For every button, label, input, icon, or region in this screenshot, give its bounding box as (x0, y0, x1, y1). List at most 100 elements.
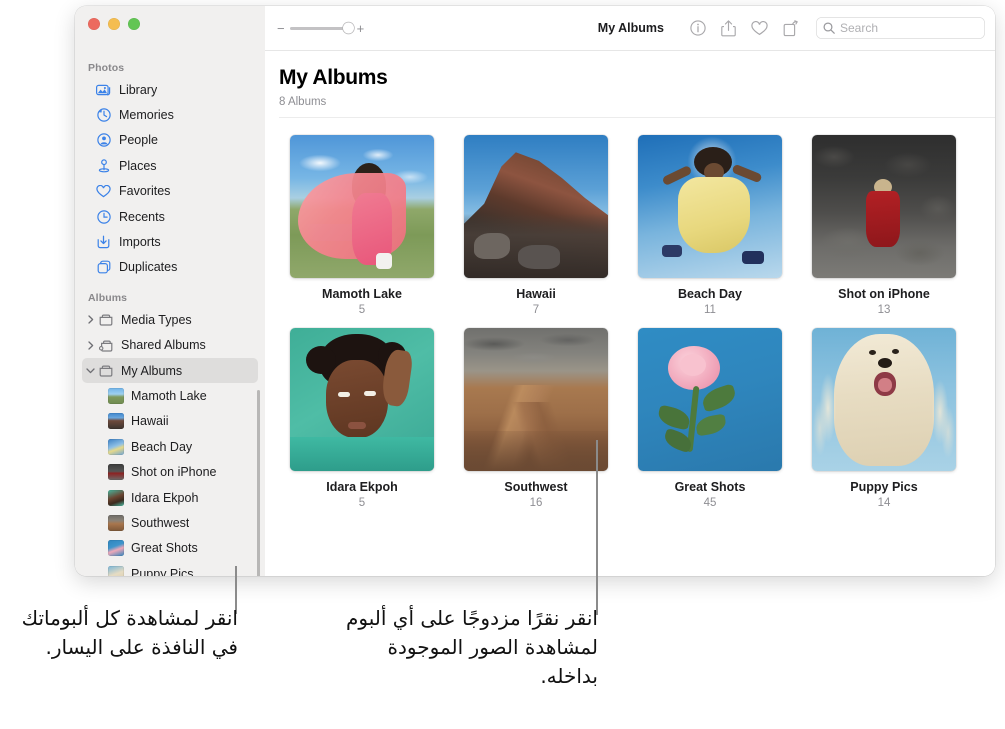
album-thumbnail (108, 565, 124, 576)
sidebar-item-label: Duplicates (119, 260, 178, 275)
places-icon (95, 158, 112, 173)
album-thumbnail[interactable] (290, 135, 434, 279)
page-header: My Albums 8 Albums (265, 51, 995, 119)
sidebar-item-my-albums[interactable]: My Albums (82, 357, 258, 384)
sidebar-group-photos-title: Photos (88, 62, 125, 74)
sidebar-item-media-types[interactable]: Media Types (82, 307, 258, 332)
sidebar-scrollbar[interactable] (257, 390, 260, 576)
close-button[interactable] (88, 18, 100, 30)
photos-window: Photos Library Memories People Places Fa… (75, 6, 995, 576)
album-thumbnail[interactable] (290, 328, 434, 472)
sidebar-item-shared-albums[interactable]: Shared Albums (82, 333, 258, 358)
album-card-shot-on-iphone[interactable]: Shot on iPhone 13 (812, 135, 956, 316)
album-thumbnail[interactable] (464, 328, 608, 472)
album-thumbnail[interactable] (812, 328, 956, 472)
zoom-in-label[interactable]: + (357, 22, 365, 35)
album-name: Mamoth Lake (322, 287, 402, 302)
album-count: 14 (877, 497, 891, 510)
album-card-idara-ekpoh[interactable]: Idara Ekpoh 5 (290, 328, 434, 509)
sidebar-item-places[interactable]: Places (82, 153, 258, 178)
album-name: Southwest (504, 480, 568, 495)
album-thumbnail (108, 514, 124, 531)
album-count: 5 (358, 304, 366, 317)
content-area: − + My Albums Search My Albums 8 Albums … (265, 6, 995, 576)
album-card-mamoth-lake[interactable]: Mamoth Lake 5 (290, 135, 434, 316)
sidebar-item-hawaii[interactable]: Hawaii (82, 409, 258, 434)
album-card-great-shots[interactable]: Great Shots 45 (638, 328, 782, 509)
sidebar-item-favorites[interactable]: Favorites (82, 179, 258, 204)
window-controls (88, 18, 140, 30)
sidebar-item-label: Puppy Pics (131, 566, 194, 576)
album-count: 11 (704, 304, 716, 317)
sidebar-item-idara-ekpoh[interactable]: Idara Ekpoh (82, 485, 258, 510)
toolbar: − + My Albums Search (265, 6, 995, 51)
chevron-down-icon[interactable] (86, 367, 95, 374)
sidebar: Photos Library Memories People Places Fa… (75, 6, 265, 576)
sidebar-item-southwest[interactable]: Southwest (82, 510, 258, 535)
sidebar-item-great-shots[interactable]: Great Shots (82, 536, 258, 561)
sidebar-group-albums-title: Albums (88, 292, 128, 305)
album-count: 7 (532, 304, 540, 317)
album-thumbnail (108, 413, 124, 430)
album-name: Puppy Pics (850, 480, 918, 495)
sidebar-item-recents[interactable]: Recents (82, 204, 258, 229)
toolbar-title: My Albums (597, 21, 664, 35)
album-thumbnail (108, 438, 124, 455)
sidebar-item-imports[interactable]: Imports (82, 229, 258, 254)
album-thumbnail (108, 540, 124, 557)
sidebar-item-duplicates[interactable]: Duplicates (82, 255, 258, 280)
favorite-heart-icon[interactable] (744, 15, 775, 41)
sidebar-item-memories[interactable]: Memories (82, 102, 258, 127)
chevron-right-icon[interactable] (86, 341, 95, 350)
zoom-out-label[interactable]: − (277, 22, 285, 35)
album-thumbnail[interactable] (638, 328, 782, 472)
sidebar-item-label: Places (119, 158, 157, 173)
share-icon[interactable] (713, 15, 744, 41)
album-name: Shot on iPhone (838, 287, 930, 302)
album-count: 16 (529, 497, 543, 510)
page-title: My Albums (279, 66, 388, 89)
folder-icon (97, 363, 114, 378)
sidebar-item-label: Recents (119, 209, 165, 224)
zoom-slider-knob[interactable] (342, 22, 354, 34)
album-thumbnail[interactable] (812, 135, 956, 279)
zoom-slider[interactable]: − + (277, 22, 364, 35)
maximize-button[interactable] (128, 18, 140, 30)
callout-text-right: انقر نقرًا مزدوجًا على أي ألبوم لمشاهدة … (346, 606, 598, 688)
album-name: Hawaii (516, 287, 556, 302)
zoom-slider-track[interactable] (289, 22, 354, 34)
people-icon (95, 133, 112, 148)
folder-icon (97, 312, 114, 327)
sidebar-item-shot-on-iphone[interactable]: Shot on iPhone (82, 459, 258, 484)
sidebar-item-label: Southwest (131, 515, 190, 530)
search-placeholder: Search (840, 21, 879, 35)
search-icon (823, 22, 835, 34)
duplicates-icon (95, 260, 112, 275)
sidebar-item-label: Mamoth Lake (131, 388, 207, 403)
album-name: Great Shots (674, 480, 746, 495)
info-icon[interactable] (682, 15, 713, 41)
sidebar-item-label: Great Shots (131, 541, 198, 556)
sidebar-item-label: Idara Ekpoh (131, 490, 199, 505)
album-card-hawaii[interactable]: Hawaii 7 (464, 135, 608, 316)
sidebar-item-label: Hawaii (131, 414, 169, 429)
album-thumbnail[interactable] (638, 135, 782, 279)
album-card-southwest[interactable]: Southwest 16 (464, 328, 608, 509)
album-card-beach-day[interactable]: Beach Day 11 (638, 135, 782, 316)
album-thumbnail (108, 464, 124, 481)
sidebar-item-library[interactable]: Library (82, 77, 258, 102)
sidebar-item-puppy-pics[interactable]: Puppy Pics (82, 561, 258, 576)
album-card-puppy-pics[interactable]: Puppy Pics 14 (812, 328, 956, 509)
album-thumbnail[interactable] (464, 135, 608, 279)
rotate-icon[interactable] (775, 15, 806, 41)
search-input[interactable]: Search (816, 17, 985, 39)
sidebar-item-label: Beach Day (131, 439, 193, 454)
sidebar-item-label: Memories (119, 108, 174, 123)
minimize-button[interactable] (108, 18, 120, 30)
clock-icon (95, 209, 112, 224)
sidebar-item-people[interactable]: People (82, 128, 258, 153)
sidebar-item-label: Library (119, 82, 158, 97)
chevron-right-icon[interactable] (86, 315, 95, 324)
sidebar-item-beach-day[interactable]: Beach Day (82, 434, 258, 459)
sidebar-item-mamoth-lake[interactable]: Mamoth Lake (82, 383, 258, 408)
